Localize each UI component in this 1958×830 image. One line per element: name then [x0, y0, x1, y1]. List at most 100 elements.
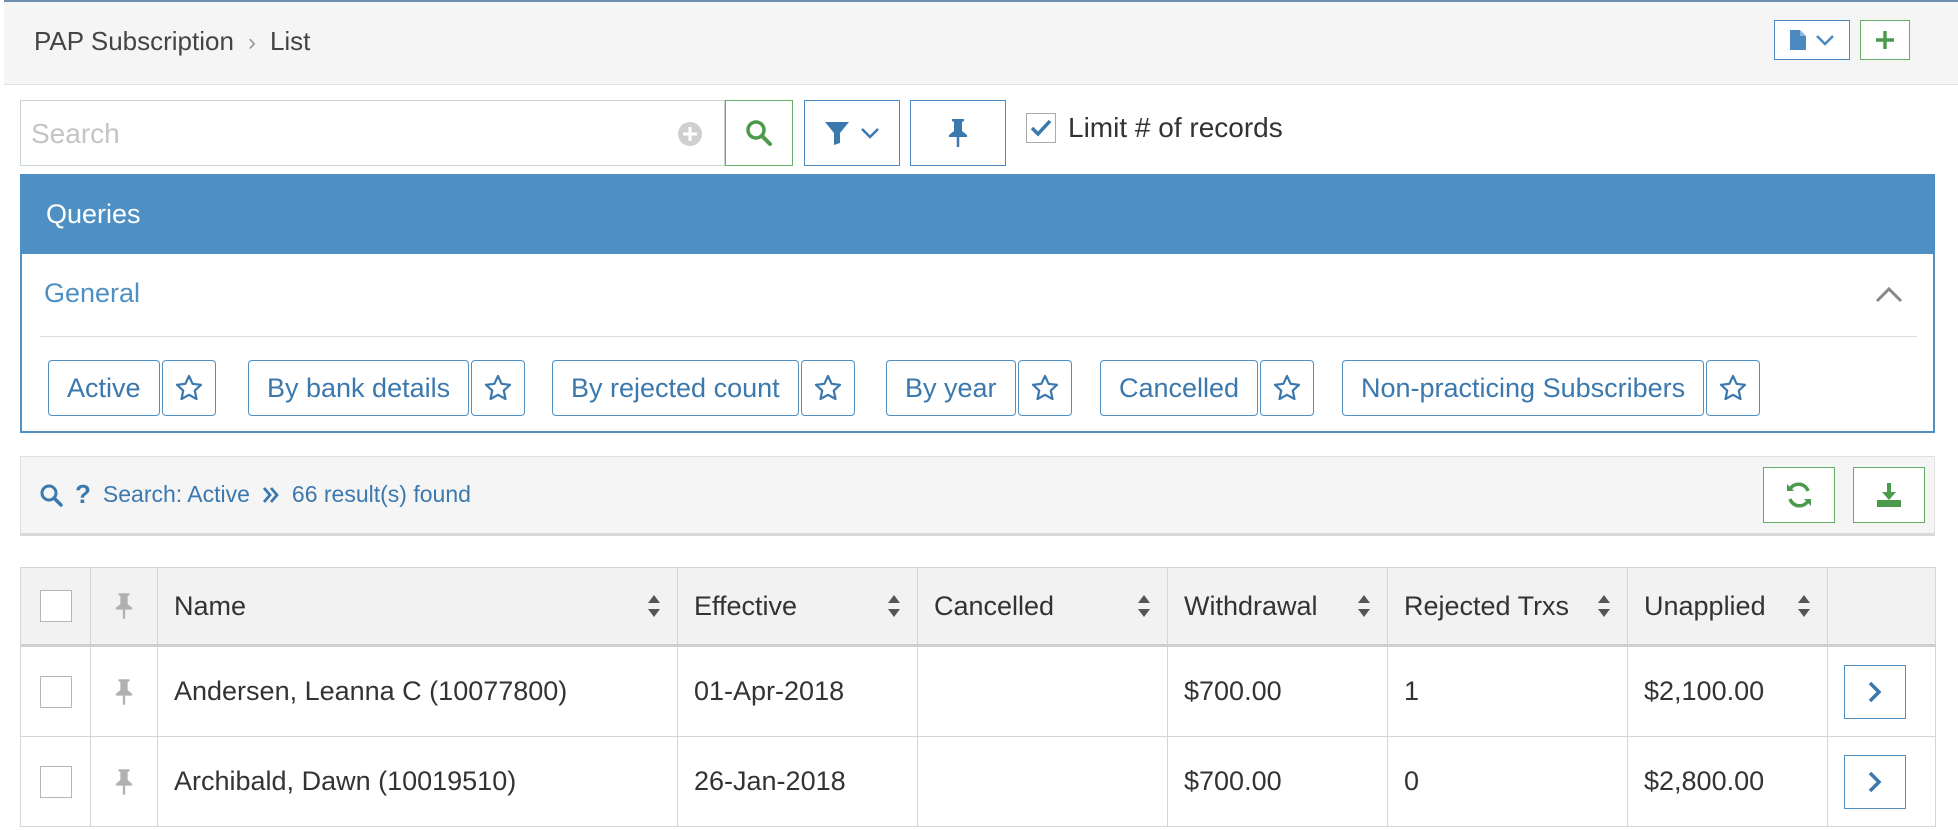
table-header-row: Name Effective Cancelled Withdrawal Reje… — [20, 567, 1936, 647]
column-header-withdrawal-label: Withdrawal — [1184, 590, 1318, 621]
limit-records-checkbox[interactable] — [1026, 113, 1056, 143]
query-cancelled-button[interactable]: Cancelled — [1100, 360, 1259, 416]
query-chip-non-practicing: Non-practicing Subscribers — [1342, 360, 1761, 416]
pin-icon[interactable] — [114, 678, 134, 706]
cell-effective-text: 01-Apr-2018 — [694, 676, 845, 706]
cell-unapplied: $2,100.00 — [1627, 645, 1828, 737]
select-all-cell — [20, 567, 91, 647]
download-icon — [1877, 483, 1901, 507]
pin-icon — [115, 593, 133, 619]
search-input[interactable] — [29, 109, 673, 159]
query-by-bank-details-favorite[interactable] — [471, 360, 526, 416]
query-chip-active: Active — [48, 360, 216, 416]
column-header-effective[interactable]: Effective — [677, 567, 918, 647]
open-record-button[interactable] — [1844, 664, 1906, 719]
breadcrumb-current: List — [269, 26, 311, 56]
cell-name-text: Andersen, Leanna C (10077800) — [174, 676, 568, 706]
row-action-cell — [1827, 645, 1936, 737]
search-box — [20, 100, 725, 166]
search-icon[interactable] — [39, 483, 63, 507]
chevron-down-icon — [1816, 35, 1834, 46]
divider — [40, 336, 1917, 337]
query-active-button[interactable]: Active — [48, 360, 160, 416]
cell-effective: 01-Apr-2018 — [677, 645, 918, 737]
check-icon — [1030, 119, 1052, 137]
search-icon — [746, 120, 772, 146]
download-button[interactable] — [1853, 467, 1925, 523]
query-by-rejected-count-button[interactable]: By rejected count — [552, 360, 799, 416]
table-row[interactable]: Archibald, Dawn (10019510) 26-Jan-2018 $… — [20, 736, 1936, 827]
column-header-effective-label: Effective — [694, 590, 798, 621]
column-header-cancelled-label: Cancelled — [934, 590, 1055, 621]
double-chevron-right-icon — [262, 486, 279, 503]
pin-icon — [949, 119, 967, 147]
query-chip-by-rejected-count: By rejected count — [552, 360, 855, 416]
query-non-practicing-button[interactable]: Non-practicing Subscribers — [1342, 360, 1705, 416]
chevron-right-icon — [1868, 771, 1882, 792]
refresh-icon — [1787, 482, 1811, 508]
limit-records-toggle[interactable]: Limit # of records — [1026, 112, 1283, 144]
plus-circle-icon[interactable] — [677, 121, 703, 147]
results-count: 66 result(s) found — [291, 481, 471, 507]
filter-dropdown-button[interactable] — [804, 100, 900, 166]
results-search-label[interactable]: Search: Active — [103, 481, 250, 508]
row-checkbox[interactable] — [39, 765, 72, 798]
table-row[interactable]: Andersen, Leanna C (10077800) 01-Apr-201… — [20, 645, 1936, 737]
queries-panel: Queries General Active By bank details B… — [20, 174, 1935, 433]
query-by-rejected-count-favorite[interactable] — [800, 360, 855, 416]
cell-rejected: 0 — [1387, 736, 1628, 827]
cell-rejected: 1 — [1387, 645, 1628, 737]
sort-icon[interactable] — [1797, 594, 1811, 618]
document-menu-button[interactable] — [1774, 20, 1850, 60]
column-header-name[interactable]: Name — [157, 567, 678, 647]
question-icon[interactable]: ? — [75, 479, 91, 510]
query-active-favorite[interactable] — [161, 360, 216, 416]
cell-cancelled — [917, 645, 1168, 737]
column-header-rejected-trxs[interactable]: Rejected Trxs — [1387, 567, 1628, 647]
search-button[interactable] — [725, 100, 793, 166]
query-non-practicing-favorite[interactable] — [1706, 360, 1761, 416]
column-header-name-label: Name — [174, 590, 247, 621]
row-select-cell — [20, 736, 91, 827]
sort-icon[interactable] — [1137, 594, 1151, 618]
row-checkbox[interactable] — [39, 675, 72, 708]
query-by-year-favorite[interactable] — [1017, 360, 1072, 416]
refresh-button[interactable] — [1763, 467, 1835, 523]
cell-name-text: Archibald, Dawn (10019510) — [174, 766, 517, 796]
query-chip-by-bank-details: By bank details — [248, 360, 526, 416]
query-by-year-button[interactable]: By year — [886, 360, 1016, 416]
sort-icon[interactable] — [1597, 594, 1611, 618]
sort-icon[interactable] — [647, 594, 661, 618]
plus-icon — [1876, 31, 1894, 49]
row-select-cell — [20, 645, 91, 737]
row-pin-cell — [90, 645, 158, 737]
cell-effective-text: 26-Jan-2018 — [694, 766, 846, 796]
star-icon — [814, 374, 841, 401]
query-group-general[interactable]: General — [44, 278, 140, 309]
pin-header-cell — [90, 567, 158, 647]
results-summary: ? Search: Active 66 result(s) found — [39, 479, 471, 510]
open-record-button[interactable] — [1844, 754, 1906, 809]
pin-button[interactable] — [910, 100, 1006, 166]
sort-icon[interactable] — [887, 594, 901, 618]
column-header-rejected-trxs-label: Rejected Trxs — [1404, 590, 1570, 621]
star-icon — [485, 374, 512, 401]
cell-rejected-text: 0 — [1404, 766, 1420, 796]
sort-icon[interactable] — [1357, 594, 1371, 618]
breadcrumb: PAP Subscription › List — [34, 26, 310, 57]
query-by-bank-details-button[interactable]: By bank details — [248, 360, 470, 416]
queries-title: Queries — [22, 176, 1933, 254]
select-all-checkbox[interactable] — [39, 590, 72, 622]
breadcrumb-root[interactable]: PAP Subscription — [34, 26, 234, 56]
cell-unapplied-text: $2,800.00 — [1644, 766, 1765, 796]
column-header-unapplied[interactable]: Unapplied — [1627, 567, 1828, 647]
filter-icon — [825, 122, 849, 145]
cell-unapplied: $2,800.00 — [1627, 736, 1828, 827]
column-header-withdrawal[interactable]: Withdrawal — [1167, 567, 1388, 647]
query-chip-by-year: By year — [886, 360, 1072, 416]
query-cancelled-favorite[interactable] — [1260, 360, 1315, 416]
column-header-cancelled[interactable]: Cancelled — [917, 567, 1168, 647]
chevron-up-icon[interactable] — [1874, 286, 1904, 304]
pin-icon[interactable] — [114, 768, 134, 796]
add-button[interactable] — [1860, 20, 1910, 60]
